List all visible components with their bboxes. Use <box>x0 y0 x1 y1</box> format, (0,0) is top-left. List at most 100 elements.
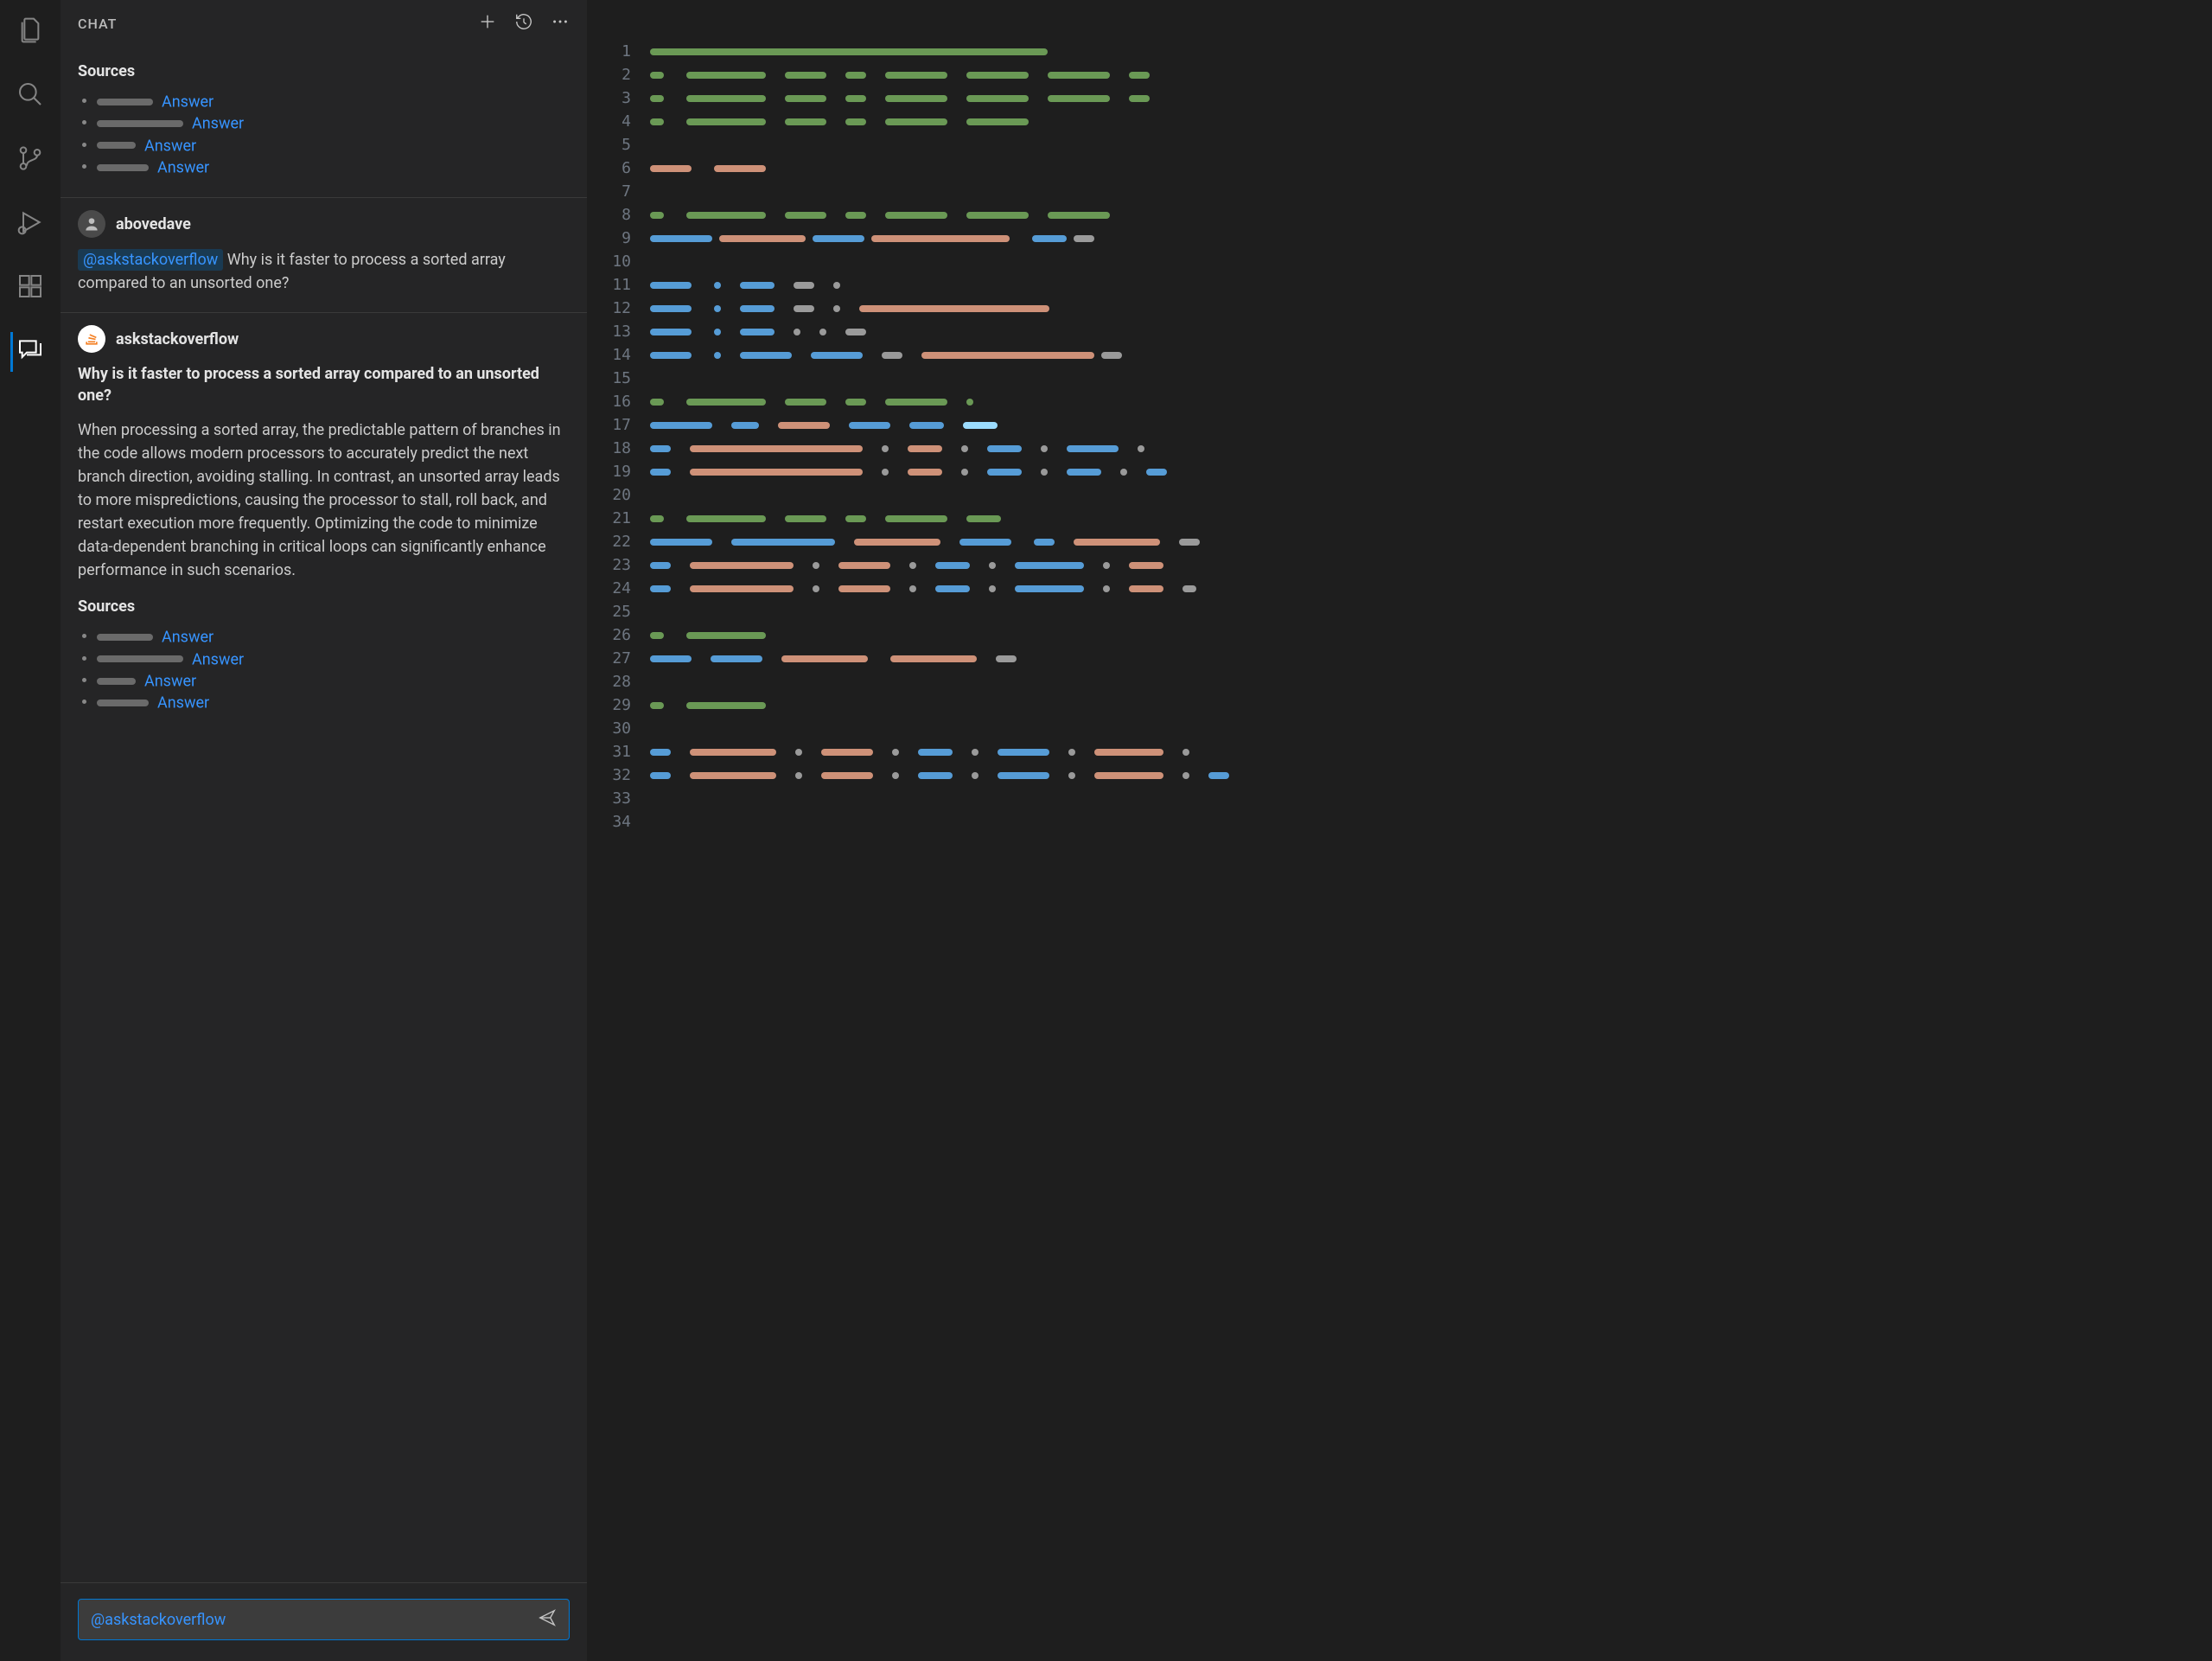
chat-panel: CHAT <box>61 0 588 1661</box>
line-number-gutter: 1234567891011121314151617181920212223242… <box>588 40 650 1661</box>
bot-name: askstackoverflow <box>116 330 239 348</box>
source-answer-link[interactable]: Answer <box>192 115 244 133</box>
line-number: 1 <box>588 40 631 63</box>
source-title-placeholder <box>97 634 153 641</box>
editor[interactable]: 1234567891011121314151617181920212223242… <box>588 0 2212 1661</box>
code-line <box>650 530 2195 553</box>
source-item: Answer <box>97 93 570 111</box>
activity-explorer[interactable] <box>10 12 50 52</box>
source-answer-link[interactable]: Answer <box>157 694 209 712</box>
sources-list-bot: Answer Answer Answer Answer <box>78 628 570 712</box>
line-number: 5 <box>588 133 631 157</box>
line-number: 14 <box>588 343 631 367</box>
activity-search[interactable] <box>10 76 50 116</box>
ellipsis-icon <box>551 12 570 35</box>
chat-icon <box>16 336 44 367</box>
code-line <box>650 180 2195 203</box>
line-number: 22 <box>588 530 631 553</box>
code-line <box>650 787 2195 810</box>
bot-avatar <box>78 325 105 353</box>
code-line <box>650 413 2195 437</box>
input-mention: @askstackoverflow <box>91 1611 226 1629</box>
branch-icon <box>16 144 44 176</box>
activity-chat[interactable] <box>10 332 50 372</box>
history-icon <box>514 12 533 35</box>
code-line <box>650 227 2195 250</box>
source-item: Answer <box>97 137 570 155</box>
line-number: 15 <box>588 367 631 390</box>
chat-input[interactable]: @askstackoverflow <box>78 1599 570 1640</box>
source-title-placeholder <box>97 655 183 662</box>
activity-bar <box>0 0 61 1661</box>
code-line <box>650 647 2195 670</box>
source-item: Answer <box>97 693 570 712</box>
sources-block-top: Sources Answer Answer Answer Answer <box>61 50 587 198</box>
mention-chip[interactable]: @askstackoverflow <box>78 249 223 271</box>
line-number: 4 <box>588 110 631 133</box>
code-line <box>650 133 2195 157</box>
code-line <box>650 670 2195 693</box>
bot-message: askstackoverflow Why is it faster to pro… <box>61 313 587 732</box>
answer-body: When processing a sorted array, the pred… <box>78 418 570 582</box>
line-number: 9 <box>588 227 631 250</box>
code-line <box>650 763 2195 787</box>
extensions-icon <box>16 272 44 303</box>
sources-list-top: Answer Answer Answer Answer <box>78 93 570 176</box>
source-answer-link[interactable]: Answer <box>162 629 214 647</box>
line-number: 20 <box>588 483 631 507</box>
line-number: 8 <box>588 203 631 227</box>
source-answer-link[interactable]: Answer <box>157 158 209 176</box>
history-button[interactable] <box>514 12 533 35</box>
code-line <box>650 460 2195 483</box>
code-line <box>650 810 2195 834</box>
files-icon <box>16 16 44 48</box>
source-answer-link[interactable]: Answer <box>162 93 214 111</box>
line-number: 28 <box>588 670 631 693</box>
code-line <box>650 297 2195 320</box>
line-number: 34 <box>588 810 631 834</box>
sources-heading-bot: Sources <box>78 597 570 616</box>
code-line <box>650 507 2195 530</box>
chat-scroll[interactable]: Sources AnswerAnswerAnswerAnswer aboveda… <box>61 50 587 1582</box>
code-line <box>650 693 2195 717</box>
activity-source-control[interactable] <box>10 140 50 180</box>
code-line <box>650 483 2195 507</box>
line-number: 23 <box>588 553 631 577</box>
chat-panel-header: CHAT <box>61 0 587 50</box>
line-number: 18 <box>588 437 631 460</box>
line-number: 31 <box>588 740 631 763</box>
source-answer-link[interactable]: Answer <box>192 650 244 668</box>
line-number: 13 <box>588 320 631 343</box>
send-icon <box>538 1608 557 1631</box>
code-line <box>650 600 2195 623</box>
code-preview <box>650 40 2212 1661</box>
send-button[interactable] <box>538 1608 557 1631</box>
source-title-placeholder <box>97 678 136 685</box>
line-number: 30 <box>588 717 631 740</box>
code-line <box>650 553 2195 577</box>
source-item: Answer <box>97 158 570 176</box>
debug-icon <box>16 208 44 240</box>
line-number: 29 <box>588 693 631 717</box>
user-message-body: @askstackoverflow Why is it faster to pr… <box>78 248 570 295</box>
code-line <box>650 577 2195 600</box>
more-actions-button[interactable] <box>551 12 570 35</box>
source-answer-link[interactable]: Answer <box>144 137 196 155</box>
answer-title: Why is it faster to process a sorted arr… <box>78 363 570 406</box>
source-answer-link[interactable]: Answer <box>144 672 196 690</box>
code-line <box>650 157 2195 180</box>
line-number: 17 <box>588 413 631 437</box>
line-number: 7 <box>588 180 631 203</box>
user-avatar <box>78 210 105 238</box>
sources-heading: Sources <box>78 62 570 80</box>
code-line <box>650 203 2195 227</box>
source-title-placeholder <box>97 164 149 171</box>
code-line <box>650 437 2195 460</box>
activity-extensions[interactable] <box>10 268 50 308</box>
chat-input-wrap: @askstackoverflow <box>61 1582 587 1661</box>
activity-run-debug[interactable] <box>10 204 50 244</box>
code-line <box>650 623 2195 647</box>
new-chat-button[interactable] <box>478 12 497 35</box>
code-line <box>650 273 2195 297</box>
source-title-placeholder <box>97 120 183 127</box>
